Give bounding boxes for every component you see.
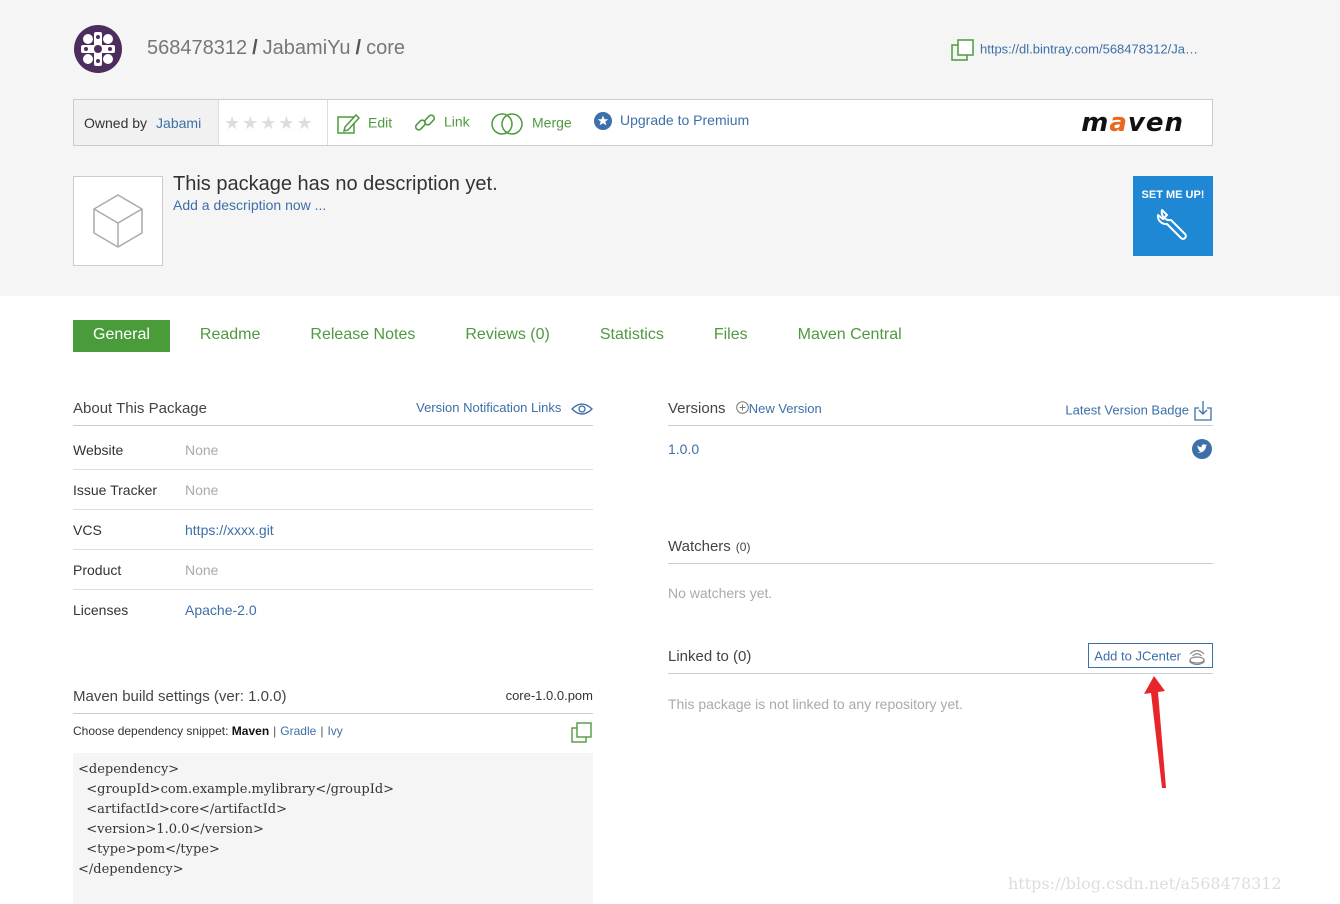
row-value: None: [185, 482, 219, 498]
about-row-issue-tracker: Issue Tracker None: [73, 470, 593, 510]
snippet-chooser-label: Choose dependency snippet:: [73, 724, 229, 738]
owner-link[interactable]: Jabami: [156, 115, 201, 131]
linked-to-title: Linked to (0): [668, 648, 752, 665]
row-key: Issue Tracker: [73, 482, 158, 498]
tab-files[interactable]: Files: [714, 320, 748, 352]
breadcrumb-user[interactable]: 568478312: [147, 37, 247, 59]
versions-header: Versions New Version Latest Version Badg…: [668, 400, 1213, 426]
version-notification-links[interactable]: Version Notification Links: [416, 400, 593, 416]
about-row-website: Website None: [73, 430, 593, 470]
snippet-option-gradle[interactable]: Gradle: [280, 724, 316, 738]
eye-icon[interactable]: [571, 402, 593, 416]
about-row-licenses: Licenses Apache-2.0: [73, 590, 593, 630]
jcenter-icon: [1189, 649, 1205, 666]
dependency-code-snippet[interactable]: <dependency> <groupId>com.example.mylibr…: [73, 753, 593, 904]
version-notification-label[interactable]: Version Notification Links: [416, 400, 561, 415]
latest-version-badge[interactable]: Latest Version Badge: [1065, 400, 1213, 422]
maven-build-header: Maven build settings (ver: 1.0.0) core-1…: [73, 688, 593, 714]
package-description: This package has no description yet.: [173, 173, 498, 195]
no-watchers-text: No watchers yet.: [668, 585, 773, 601]
version-link[interactable]: 1.0.0: [668, 441, 699, 457]
copy-snippet-button[interactable]: [571, 722, 593, 749]
watchers-title: Watchers: [668, 538, 731, 555]
plus-circle-icon: [735, 401, 749, 414]
watermark-text: https://blog.csdn.net/a568478312: [1008, 874, 1282, 893]
about-row-vcs: VCS https://xxxx.git: [73, 510, 593, 550]
row-key: Website: [73, 442, 124, 458]
about-section-header: About This Package Version Notification …: [73, 400, 593, 426]
add-to-jcenter-button[interactable]: Add to JCenter: [1088, 643, 1213, 668]
package-action-bar: Owned by Jabami ★★★★★ Edit Link Merge Upg…: [73, 99, 1213, 146]
bintray-avatar-logo[interactable]: [73, 24, 123, 74]
watchers-count: (0): [735, 540, 751, 554]
add-to-jcenter-label: Add to JCenter: [1094, 648, 1181, 664]
license-link[interactable]: Apache-2.0: [185, 602, 257, 618]
link-label: Link: [444, 113, 470, 130]
copy-icon[interactable]: [950, 38, 976, 62]
breadcrumb-separator: /: [252, 37, 258, 59]
edit-icon: [337, 113, 361, 134]
upgrade-premium-button[interactable]: Upgrade to Premium: [594, 112, 750, 131]
maven-build-title: Maven build settings (ver: 1.0.0): [73, 688, 287, 705]
merge-button[interactable]: Merge: [490, 112, 572, 136]
link-chain-icon: [414, 114, 436, 131]
breadcrumb-separator: /: [355, 37, 362, 59]
snippet-chooser: Choose dependency snippet: Maven | Gradle |…: [73, 724, 343, 738]
tab-reviews[interactable]: Reviews (0): [465, 320, 549, 352]
maven-logo: maven: [1081, 108, 1184, 138]
pom-file-name[interactable]: core-1.0.0.pom: [506, 688, 593, 703]
copy-icon: [571, 722, 592, 743]
row-key: VCS: [73, 522, 102, 538]
row-key: Licenses: [73, 602, 129, 618]
linked-to-header: Linked to (0) Add to JCenter: [668, 643, 1213, 674]
tab-statistics[interactable]: Statistics: [600, 320, 664, 352]
wrench-icon: [1156, 209, 1187, 240]
link-button[interactable]: Link: [414, 112, 470, 134]
row-value: None: [185, 442, 219, 458]
package-box-icon: [93, 194, 143, 248]
breadcrumb-package: core: [366, 37, 405, 59]
vcs-link[interactable]: https://xxxx.git: [185, 522, 274, 538]
owned-by-label: Owned by: [84, 115, 148, 131]
owned-by: Owned by Jabami: [74, 100, 219, 145]
snippet-option-maven[interactable]: Maven: [232, 724, 269, 738]
tab-maven-central[interactable]: Maven Central: [798, 320, 902, 352]
breadcrumb-repo[interactable]: JabamiYu: [263, 37, 351, 59]
merge-label: Merge: [532, 114, 572, 131]
package-image: [73, 176, 163, 266]
annotation-arrow-icon: [1140, 672, 1180, 797]
breadcrumb: 568478312/JabamiYu / core: [147, 37, 405, 60]
set-me-up-label: SET ME UP!: [1141, 189, 1205, 201]
watchers-header: Watchers (0): [668, 538, 1213, 564]
rating-stars[interactable]: ★★★★★: [224, 113, 315, 134]
add-description-link[interactable]: Add a description now ...: [173, 197, 326, 213]
about-title: About This Package: [73, 400, 207, 417]
twitter-icon[interactable]: [1192, 439, 1212, 464]
no-links-text: This package is not linked to any reposi…: [668, 696, 963, 712]
divider: [327, 100, 328, 145]
tab-release-notes[interactable]: Release Notes: [310, 320, 415, 352]
row-key: Product: [73, 562, 122, 578]
package-tabs: General Readme Release Notes Reviews (0)…: [73, 320, 952, 352]
download-link[interactable]: https://dl.bintray.com/568478312/Ja…: [950, 38, 1198, 62]
new-version-button[interactable]: New Version: [735, 401, 822, 416]
set-me-up-button[interactable]: SET ME UP!: [1133, 176, 1213, 256]
latest-version-badge-label[interactable]: Latest Version Badge: [1065, 402, 1189, 417]
upgrade-label: Upgrade to Premium: [620, 112, 750, 128]
merge-circles-icon: [491, 113, 523, 135]
download-icon[interactable]: [1193, 400, 1213, 422]
row-value: None: [185, 562, 219, 578]
snippet-option-ivy[interactable]: Ivy: [327, 724, 342, 738]
edit-button[interactable]: Edit: [336, 112, 392, 136]
tab-readme[interactable]: Readme: [200, 320, 260, 352]
tab-general[interactable]: General: [73, 320, 170, 352]
versions-title: Versions: [668, 400, 726, 417]
star-badge-icon: [594, 112, 612, 131]
new-version-label: New Version: [748, 401, 822, 416]
download-url[interactable]: https://dl.bintray.com/568478312/Ja…: [980, 41, 1198, 56]
edit-label: Edit: [368, 114, 393, 131]
about-row-product: Product None: [73, 550, 593, 590]
